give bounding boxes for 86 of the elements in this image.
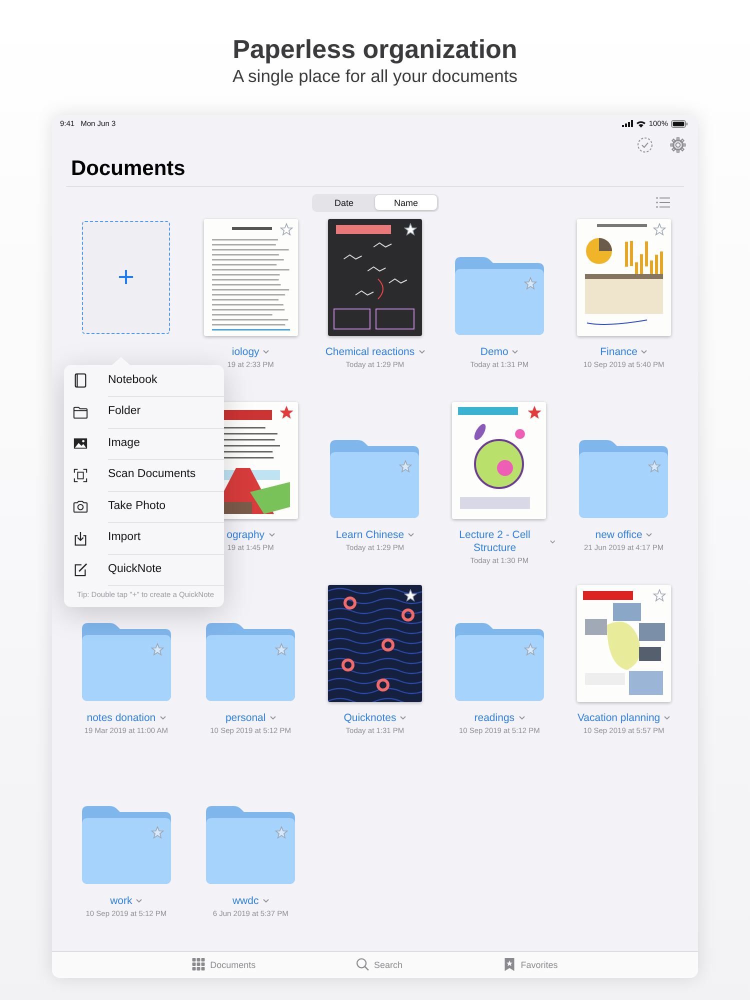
- chevron-down-icon[interactable]: [646, 533, 652, 538]
- folder-icon[interactable]: [82, 622, 171, 701]
- item-name[interactable]: new office: [595, 528, 642, 542]
- chevron-down-icon[interactable]: [263, 350, 270, 354]
- star-icon[interactable]: [528, 406, 542, 419]
- chevron-down-icon[interactable]: [418, 350, 425, 354]
- star-icon[interactable]: [652, 588, 666, 602]
- star-icon[interactable]: [150, 826, 164, 839]
- import-icon: [73, 530, 88, 546]
- plus-icon: [119, 270, 134, 284]
- menu-item[interactable]: Folder: [108, 396, 224, 428]
- battery-icon: [671, 120, 688, 128]
- item-name[interactable]: work: [110, 894, 132, 908]
- chevron-down-icon[interactable]: [664, 716, 670, 720]
- item-name[interactable]: wwdc: [232, 894, 259, 908]
- chevron-down-icon[interactable]: [400, 716, 406, 720]
- star-icon[interactable]: [399, 460, 412, 473]
- folder-icon[interactable]: [454, 622, 544, 701]
- folder-icon: [73, 404, 88, 420]
- chevron-down-icon[interactable]: [270, 716, 276, 720]
- grid-icon: [192, 958, 206, 972]
- settings-icon[interactable]: [670, 137, 686, 154]
- wifi-icon: [636, 120, 646, 128]
- list-view-icon[interactable]: [656, 196, 670, 208]
- folder-icon[interactable]: [206, 622, 296, 701]
- folder-icon[interactable]: [82, 806, 171, 884]
- chevron-down-icon[interactable]: [550, 540, 556, 544]
- page-title: Documents: [70, 157, 186, 182]
- headline: Paperless organization: [232, 33, 518, 65]
- item-name[interactable]: Lecture 2 - Cell Structure: [443, 528, 546, 555]
- item-name[interactable]: Finance: [600, 346, 638, 359]
- compose-icon: [73, 562, 88, 578]
- menu-item[interactable]: Image: [108, 428, 224, 460]
- star-icon[interactable]: [280, 406, 293, 419]
- tab-bar-item[interactable]: Favorites: [500, 956, 560, 974]
- star-icon[interactable]: [652, 222, 666, 236]
- star-icon[interactable]: [524, 276, 537, 290]
- star-icon[interactable]: [150, 642, 164, 656]
- subheadline: A single place for all your documents: [232, 65, 518, 87]
- star-icon[interactable]: [275, 826, 288, 839]
- notebook-icon: [73, 373, 88, 388]
- signal-icon: [622, 120, 633, 128]
- folder-icon[interactable]: [454, 256, 544, 335]
- new-document-button[interactable]: [82, 220, 170, 334]
- star-icon[interactable]: [280, 222, 293, 236]
- item-name[interactable]: iology: [232, 346, 260, 359]
- chevron-down-icon[interactable]: [512, 350, 518, 354]
- chevron-down-icon[interactable]: [518, 716, 525, 720]
- item-name[interactable]: ography: [226, 528, 265, 542]
- tab-bar-item[interactable]: Documents: [190, 956, 258, 974]
- chevron-down-icon[interactable]: [136, 899, 142, 904]
- star-icon[interactable]: [404, 588, 417, 602]
- menu-item[interactable]: Import: [108, 522, 224, 554]
- menu-item[interactable]: QuickNote: [108, 554, 224, 586]
- folder-icon[interactable]: [330, 440, 420, 518]
- star-icon[interactable]: [524, 642, 537, 656]
- item-name[interactable]: Chemical reactions: [325, 346, 415, 359]
- item-name[interactable]: notes donation: [86, 712, 156, 725]
- star-icon[interactable]: [404, 222, 417, 236]
- item-name[interactable]: readings: [474, 712, 515, 725]
- folder-icon[interactable]: [579, 440, 668, 518]
- menu-item[interactable]: Scan Documents: [108, 459, 224, 492]
- chevron-down-icon[interactable]: [268, 533, 275, 538]
- search-icon: [356, 958, 369, 972]
- star-icon[interactable]: [648, 460, 662, 473]
- image-icon: [73, 436, 88, 452]
- folder-icon[interactable]: [206, 806, 296, 884]
- scan-icon: [73, 468, 88, 483]
- menu-item[interactable]: Take Photo: [108, 490, 224, 523]
- item-name[interactable]: Quicknotes: [344, 712, 396, 725]
- chevron-down-icon[interactable]: [160, 716, 166, 720]
- chevron-down-icon[interactable]: [641, 350, 648, 354]
- bookmark-star-icon: [502, 958, 516, 972]
- chevron-down-icon[interactable]: [408, 533, 414, 538]
- item-name[interactable]: Demo: [480, 346, 508, 359]
- item-name[interactable]: Learn Chinese: [336, 528, 404, 542]
- star-icon[interactable]: [275, 642, 288, 656]
- camera-icon: [73, 499, 88, 514]
- tab-bar-item[interactable]: Search: [354, 956, 404, 974]
- item-name[interactable]: personal: [225, 712, 266, 725]
- menu-item[interactable]: Notebook: [108, 364, 224, 397]
- chevron-down-icon[interactable]: [262, 899, 269, 904]
- sort-tab[interactable]: Name: [375, 195, 437, 210]
- item-name[interactable]: Vacation planning: [577, 712, 660, 725]
- select-check-icon[interactable]: [637, 137, 653, 154]
- sort-tab[interactable]: Date: [313, 195, 375, 210]
